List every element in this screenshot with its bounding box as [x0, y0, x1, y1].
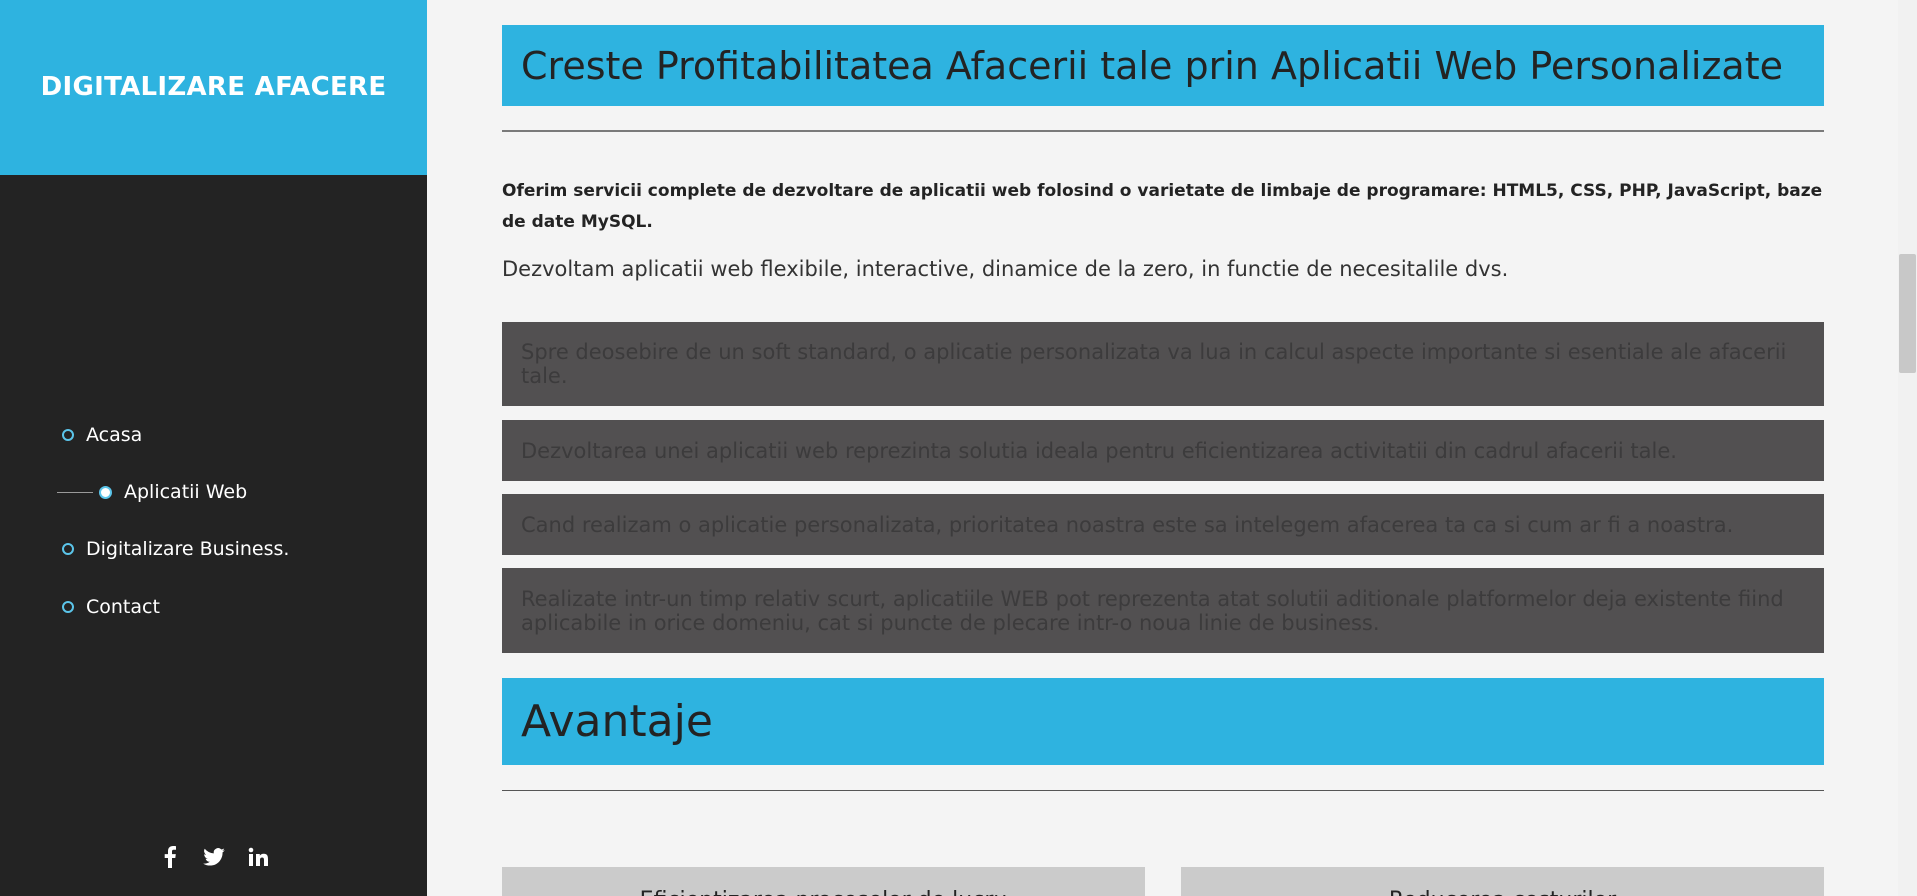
- twitter-icon[interactable]: [202, 845, 226, 869]
- nav-bullet-icon: [62, 601, 74, 613]
- nav-item-label: Digitalizare Business.: [86, 538, 290, 560]
- nav-item-digitalizare-business[interactable]: Digitalizare Business.: [62, 534, 289, 564]
- nav-bullet-icon: [99, 485, 112, 499]
- main-content: Creste Profitabilitatea Afacerii tale pr…: [502, 0, 1824, 896]
- nav-bullet-icon: [62, 543, 74, 555]
- nav-item-aplicatii-web[interactable]: Aplicatii Web: [57, 477, 247, 507]
- section-title: Avantaje: [521, 696, 713, 747]
- nav-item-label: Aplicatii Web: [124, 481, 248, 503]
- facebook-icon[interactable]: [158, 845, 182, 869]
- advantage-card: Eficientizarea proceselor de lucru: [502, 867, 1145, 896]
- vertical-scrollbar[interactable]: [1898, 0, 1917, 896]
- brand-header[interactable]: DIGITALIZARE AFACERE: [0, 0, 427, 175]
- page-title: Creste Profitabilitatea Afacerii tale pr…: [521, 43, 1783, 88]
- info-block-text: Realizate intr-un timp relativ scurt, ap…: [521, 586, 1784, 635]
- linkedin-icon[interactable]: [246, 845, 270, 869]
- info-block: Realizate intr-un timp relativ scurt, ap…: [502, 568, 1824, 653]
- scrollbar-thumb[interactable]: [1899, 254, 1916, 373]
- advantage-card: Reducerea costurilor: [1181, 867, 1824, 896]
- info-block-text: Spre deosebire de un soft standard, o ap…: [521, 340, 1787, 388]
- divider: [502, 130, 1824, 132]
- intro-paragraph: Dezvoltam aplicatii web flexibile, inter…: [502, 257, 1509, 281]
- site-logo-text: DIGITALIZARE AFACERE: [40, 71, 387, 102]
- nav-item-label: Contact: [86, 596, 160, 618]
- advantage-card-title: Reducerea costurilor: [1181, 888, 1824, 896]
- sidebar: DIGITALIZARE AFACERE Acasa Aplicatii Web…: [0, 0, 427, 896]
- info-block-text: Cand realizam o aplicatie personalizata,…: [521, 512, 1734, 537]
- section-title-banner: Avantaje: [502, 678, 1824, 765]
- info-block: Spre deosebire de un soft standard, o ap…: [502, 322, 1824, 406]
- active-indicator-line: [57, 491, 93, 493]
- info-block: Dezvoltarea unei aplicatii web reprezint…: [502, 420, 1824, 481]
- divider: [502, 790, 1824, 791]
- info-block: Cand realizam o aplicatie personalizata,…: [502, 494, 1824, 555]
- social-links: [0, 845, 427, 869]
- nav-item-contact[interactable]: Contact: [62, 592, 160, 622]
- nav-bullet-icon: [62, 429, 74, 441]
- advantage-card-title: Eficientizarea proceselor de lucru: [502, 888, 1145, 896]
- page-title-banner: Creste Profitabilitatea Afacerii tale pr…: [502, 25, 1824, 106]
- nav-item-acasa[interactable]: Acasa: [62, 420, 142, 450]
- info-block-text: Dezvoltarea unei aplicatii web reprezint…: [521, 438, 1677, 463]
- nav-item-label: Acasa: [86, 424, 143, 446]
- page: DIGITALIZARE AFACERE Acasa Aplicatii Web…: [0, 0, 1917, 896]
- intro-bold-paragraph: Oferim servicii complete de dezvoltare d…: [502, 181, 1823, 232]
